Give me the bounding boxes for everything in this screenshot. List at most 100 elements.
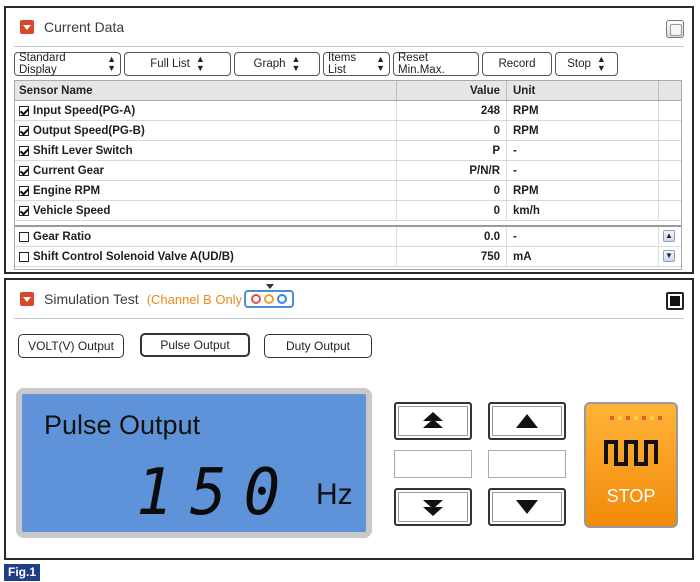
toolbar-button-standard-display[interactable]: Standard Display ▲ ▼: [14, 52, 121, 76]
increase-button[interactable]: [488, 402, 566, 440]
pulse-output-button[interactable]: Pulse Output: [140, 333, 250, 357]
sensor-name-cell: Current Gear: [15, 161, 397, 180]
scroll-gutter: ▼: [659, 247, 681, 266]
sensor-name: Vehicle Speed: [33, 204, 111, 217]
pulse-wave-icon: [604, 440, 658, 466]
table-header: Sensor Name Value Unit: [15, 81, 681, 101]
checkbox[interactable]: [19, 105, 29, 116]
channel-selector-icon[interactable]: [244, 284, 295, 308]
table-row[interactable]: Engine RPM 0 RPM: [15, 181, 681, 201]
current-data-panel: Current Data Standard Display ▲ ▼ Full List…: [4, 6, 694, 274]
unit-cell: mA: [507, 247, 659, 266]
column-header-value[interactable]: Value: [397, 81, 507, 100]
sensor-table: Sensor Name Value Unit Input Speed(PG-A)…: [14, 80, 682, 270]
stop-square-icon[interactable]: [666, 292, 684, 310]
figure-label: Fig.1: [4, 564, 41, 581]
toolbar-button-label: Stop: [567, 58, 591, 70]
checkbox[interactable]: [19, 205, 29, 216]
toolbar-button-record[interactable]: Record: [482, 52, 552, 76]
sensor-name: Engine RPM: [33, 184, 101, 197]
channel-note: (Channel B Only: [146, 291, 243, 307]
sensor-name-cell: Output Speed(PG-B): [15, 121, 397, 140]
table-row[interactable]: Gear Ratio 0.0- ▲: [15, 227, 681, 247]
scroll-gutter: [659, 161, 681, 180]
step-field-left[interactable]: [394, 450, 472, 478]
fast-increase-button[interactable]: [394, 402, 472, 440]
toolbar-button-label: Record: [498, 58, 536, 70]
stop-button[interactable]: STOP: [584, 402, 678, 528]
up-arrow-icon: [516, 414, 538, 428]
table-row[interactable]: Shift Control Solenoid Valve A(UD/B) 750 m…: [15, 247, 681, 267]
decrease-button[interactable]: [488, 488, 566, 526]
divider: [14, 318, 684, 319]
down-arrow-icon: [516, 500, 538, 514]
sensor-name: Shift Control Solenoid Valve A(UD/B): [33, 250, 234, 263]
display-value: 150: [136, 456, 298, 530]
scroll-gutter: [659, 201, 681, 220]
checkbox[interactable]: [19, 251, 29, 262]
stop-label: STOP: [606, 486, 656, 506]
sensor-name-cell: Vehicle Speed: [15, 201, 397, 220]
table-body: Input Speed(PG-A) 248 RPM Output Speed(PG-B…: [15, 101, 681, 221]
sensor-name: Input Speed(PG-A): [33, 104, 136, 117]
toolbar: Standard Display ▲ ▼ Full List ▲ ▼ Graph ▲ ▼ Item…: [14, 52, 618, 76]
toolbar-button-label: Full List: [150, 58, 190, 70]
checkbox[interactable]: [19, 165, 29, 176]
updown-chevron-icon: ▲ ▼: [376, 54, 385, 73]
column-header-unit[interactable]: Unit: [507, 81, 659, 100]
table-row[interactable]: Vehicle Speed 0 km/h: [15, 201, 681, 221]
toolbar-button-label: Items List: [328, 52, 357, 76]
unit-cell: RPM: [507, 181, 659, 200]
value-cell: 750: [397, 247, 507, 266]
toolbar-button-stop[interactable]: Stop ▲ ▼: [555, 52, 618, 76]
sensor-name: Gear Ratio: [33, 230, 92, 243]
unit-cell: RPM: [507, 101, 659, 120]
updown-chevron-icon: ▲ ▼: [291, 54, 301, 73]
unit-cell: km/h: [507, 201, 659, 220]
sensor-name-cell: Shift Control Solenoid Valve A(UD/B): [15, 247, 397, 266]
unit-cell: RPM: [507, 121, 659, 140]
value-cell: 0: [397, 121, 507, 140]
double-down-arrow-icon: [423, 500, 443, 516]
sensor-name: Current Gear: [33, 164, 104, 177]
display-title: Pulse Output: [44, 410, 201, 440]
scroll-down-icon[interactable]: ▼: [663, 250, 675, 262]
maximize-button[interactable]: [666, 20, 684, 38]
value-cell: 0: [397, 201, 507, 220]
panel-title: Current Data: [44, 19, 125, 35]
checkbox[interactable]: [19, 145, 29, 156]
display-unit: Hz: [316, 478, 353, 511]
value-cell: 0.0: [397, 227, 507, 246]
indicator-dots: [610, 416, 662, 420]
double-up-arrow-icon: [423, 412, 443, 428]
column-header-name[interactable]: Sensor Name: [15, 81, 397, 100]
table-body-scrollable: Gear Ratio 0.0- ▲ Shift Control Solenoid Va…: [15, 227, 681, 267]
toolbar-button-label: Graph: [253, 58, 286, 70]
toolbar-button-reset-min-max[interactable]: Reset Min.Max.: [393, 52, 479, 76]
sensor-name-cell: Engine RPM: [15, 181, 397, 200]
checkbox[interactable]: [19, 231, 29, 242]
toolbar-button-items-list[interactable]: Items List ▲ ▼: [323, 52, 390, 76]
output-display: Pulse Output 150 Hz: [16, 388, 372, 538]
updown-chevron-icon: ▲ ▼: [107, 54, 116, 73]
scroll-up-icon[interactable]: ▲: [663, 230, 675, 242]
value-cell: P: [397, 141, 507, 160]
table-row[interactable]: Input Speed(PG-A) 248 RPM: [15, 101, 681, 121]
duty-output-button[interactable]: Duty Output: [264, 334, 372, 358]
step-field-right[interactable]: [488, 450, 566, 478]
collapse-icon[interactable]: [20, 292, 34, 306]
fast-decrease-button[interactable]: [394, 488, 472, 526]
toolbar-button-graph[interactable]: Graph ▲ ▼: [234, 52, 320, 76]
checkbox[interactable]: [19, 125, 29, 136]
table-row[interactable]: Current Gear P/N/R -: [15, 161, 681, 181]
toolbar-button-full-list[interactable]: Full List ▲ ▼: [124, 52, 231, 76]
sensor-name: Shift Lever Switch: [33, 144, 133, 157]
volt-output-button[interactable]: VOLT(V) Output: [18, 334, 124, 358]
checkbox[interactable]: [19, 185, 29, 196]
collapse-icon[interactable]: [20, 20, 34, 34]
panel-title: Simulation Test: [44, 291, 139, 307]
table-row[interactable]: Output Speed(PG-B) 0 RPM: [15, 121, 681, 141]
table-row[interactable]: Shift Lever Switch P -: [15, 141, 681, 161]
value-cell: 0: [397, 181, 507, 200]
simulation-header: Simulation Test (Channel B Only: [6, 280, 692, 318]
